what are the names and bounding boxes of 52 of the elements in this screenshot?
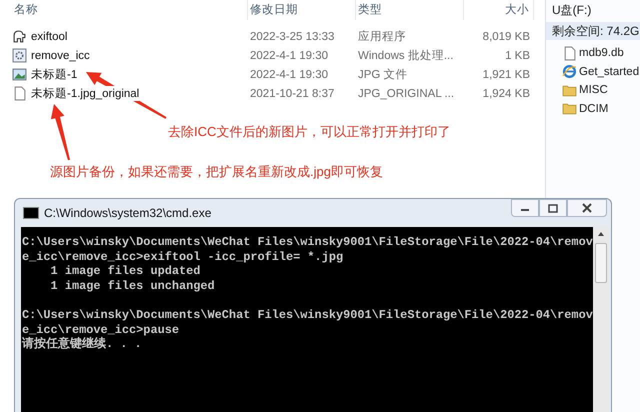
minimize-button[interactable] [511,199,539,217]
type-cell-text: JPG 文件 [357,68,409,82]
type-cell-text: 应用程序 [357,29,407,44]
console-line: e_icc\remove_icc>exiftool -icc_profile= *.jpg [22,250,344,264]
free-space: 剩余空间: 74.2G [546,22,640,40]
close-button[interactable] [567,199,607,217]
column-header[interactable]: 类型 [356,0,464,20]
size-cell-text: 1 KB [504,50,531,62]
size-cell-text: 8,019 KB [482,30,531,42]
file-name[interactable]: mdb9.db [579,47,624,60]
size-cell-text: 1,921 KB [482,68,531,80]
date-cell-text: 2022-4-1 19:30 [249,68,330,80]
console-line: e_icc\remove_icc>pause [22,322,180,337]
file-name[interactable]: 未标题-1.jpg_original [31,86,140,101]
maximize-icon [548,204,558,212]
close-icon [582,203,592,213]
date-cell-text: 2021-10-21 8:37 [249,88,336,100]
scrollbar[interactable] [592,227,609,412]
annotation-text: 去除ICC文件后的新图片，可以正常打开并打印了 [168,123,452,141]
document-icon [562,46,577,61]
maximize-button[interactable] [539,199,567,217]
date-cell-text: 2022-4-1 19:30 [249,50,330,62]
arrow [50,104,70,160]
browser-icon [562,64,577,80]
file-name[interactable]: remove_icc [31,50,90,62]
console-line: C:\Users\winsky\Documents\WeChat Files\winsky9001\FileStorage\File\2022-04\remov [22,308,593,323]
annotation-text: 源图片备份，如果还需要，把扩展名重新改成.jpg即可恢复 [50,163,384,181]
console-line: C:\Users\winsky\Documents\WeChat Files\winsky9001\FileStorage\File\2022-04\remov [22,235,593,250]
file-name[interactable]: 未标题-1 [31,67,78,82]
animal-icon [12,29,27,44]
document-icon [12,86,27,101]
type-cell-text: Windows 批处理... [357,48,454,63]
file-name[interactable]: MISC [579,84,608,96]
file-name[interactable]: DCIM [579,102,608,115]
column-header[interactable]: 修改日期 [248,0,356,20]
window-title: C:\Windows\system32\cmd.exe [44,206,212,220]
folder-icon [562,101,577,116]
console-icon [23,207,39,219]
console-line: 1 image files updated [50,264,202,279]
scrollbar-thumb[interactable] [594,243,607,283]
gear-icon [12,48,27,63]
image-icon [12,67,27,82]
drive-title: U盘(F:) [551,2,592,19]
date-cell-text: 2022-3-25 13:33 [249,30,336,42]
column-header[interactable]: 名称 [12,0,248,20]
size-cell-text: 1,924 KB [482,88,531,100]
file-name[interactable]: Get_started [579,66,640,78]
console-line: 请按任意键继续. . . [22,337,143,352]
file-name[interactable]: exiftool [31,30,68,42]
console-line: 1 image files unchanged [50,278,216,294]
column-header[interactable]: 大小 [464,0,534,20]
type-cell-text: JPG_ORIGINAL ... [357,88,456,100]
